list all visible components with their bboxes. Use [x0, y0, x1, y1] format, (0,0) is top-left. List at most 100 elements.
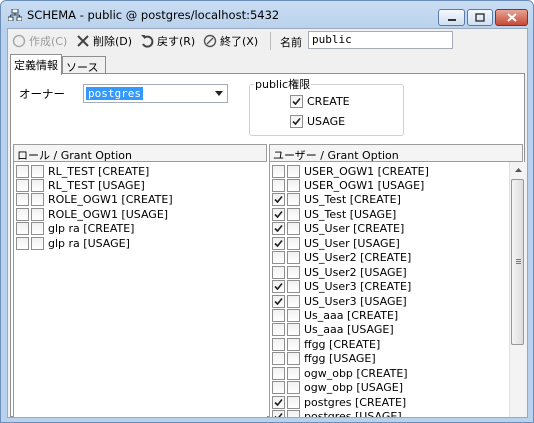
privilege-checkbox[interactable]: [272, 352, 285, 366]
toolbar: 作成(C) 削除(D) 戻す(R) 終了(X) 名前 public: [8, 29, 527, 53]
grant-option-checkbox[interactable]: [287, 178, 300, 192]
privilege-checkbox[interactable]: [272, 251, 285, 265]
list-item-label: US_User3 [CREATE]: [304, 280, 412, 294]
user-list-item[interactable]: US_User [USAGE]: [272, 236, 400, 250]
title-bar[interactable]: SCHEMA - public @ postgres/localhost:543…: [1, 1, 533, 27]
user-list-item[interactable]: USER_OGW1 [CREATE]: [272, 164, 429, 178]
grant-option-checkbox[interactable]: [287, 337, 300, 351]
privilege-checkbox[interactable]: [272, 178, 285, 192]
list-item-label: postgres [USAGE]: [304, 410, 402, 417]
grant-option-checkbox[interactable]: [287, 309, 300, 322]
privilege-checkbox[interactable]: [272, 410, 285, 417]
user-list-item[interactable]: Us_aaa [USAGE]: [272, 323, 394, 337]
create-button[interactable]: 作成(C): [12, 32, 67, 50]
privilege-checkbox[interactable]: [16, 207, 29, 221]
privilege-checkbox[interactable]: [16, 193, 29, 207]
grant-option-checkbox[interactable]: [287, 410, 300, 417]
role-list-item[interactable]: glp ra [CREATE]: [16, 222, 134, 236]
privilege-checkbox[interactable]: [272, 323, 285, 337]
user-list-item[interactable]: US_User3 [CREATE]: [272, 280, 411, 294]
tab-source[interactable]: ソース: [62, 56, 106, 74]
roles-list-header[interactable]: ロール / Grant Option: [13, 144, 267, 162]
delete-button[interactable]: 削除(D): [76, 32, 132, 50]
grant-option-checkbox[interactable]: [287, 164, 300, 178]
grant-option-checkbox[interactable]: [31, 164, 44, 178]
public-create-checkbox[interactable]: [290, 95, 303, 108]
user-list-item[interactable]: US_User3 [USAGE]: [272, 294, 407, 308]
revert-button[interactable]: 戻す(R): [140, 32, 195, 50]
users-list-header[interactable]: ユーザー / Grant Option: [269, 144, 523, 162]
user-list-item[interactable]: ogw_obp [CREATE]: [272, 366, 408, 380]
user-list-item[interactable]: US_Test [USAGE]: [272, 207, 396, 221]
user-list-item[interactable]: US_User [CREATE]: [272, 222, 404, 236]
role-list-item[interactable]: RL_TEST [CREATE]: [16, 164, 149, 178]
list-item-label: Us_aaa [USAGE]: [304, 323, 394, 337]
user-list-item[interactable]: Us_aaa [CREATE]: [272, 309, 398, 323]
public-usage-option[interactable]: USAGE: [290, 115, 345, 128]
maximize-button[interactable]: [467, 9, 493, 26]
role-list-item[interactable]: RL_TEST [USAGE]: [16, 178, 145, 192]
user-list-item[interactable]: postgres [CREATE]: [272, 395, 406, 409]
user-list-item[interactable]: USER_OGW1 [USAGE]: [272, 178, 424, 192]
privilege-checkbox[interactable]: [272, 395, 285, 409]
user-list-item[interactable]: ffgg [USAGE]: [272, 352, 376, 366]
grant-option-checkbox[interactable]: [31, 222, 44, 236]
grant-option-checkbox[interactable]: [31, 178, 44, 192]
close-button[interactable]: [495, 9, 528, 26]
grant-option-checkbox[interactable]: [287, 280, 300, 294]
privilege-checkbox[interactable]: [272, 280, 285, 294]
privilege-checkbox[interactable]: [16, 178, 29, 192]
privilege-checkbox[interactable]: [16, 236, 29, 250]
privilege-checkbox[interactable]: [16, 164, 29, 178]
privilege-checkbox[interactable]: [272, 236, 285, 250]
user-list-item[interactable]: postgres [USAGE]: [272, 410, 402, 417]
schema-name-field[interactable]: public: [308, 31, 453, 49]
users-scrollbar[interactable]: [509, 162, 525, 417]
privilege-checkbox[interactable]: [272, 381, 285, 395]
grant-option-checkbox[interactable]: [287, 236, 300, 250]
checkmark-icon: [274, 413, 283, 417]
checkmark-icon: [292, 97, 301, 106]
user-list-item[interactable]: US_User2 [CREATE]: [272, 251, 411, 265]
grant-option-checkbox[interactable]: [287, 207, 300, 221]
grant-option-checkbox[interactable]: [31, 207, 44, 221]
public-usage-checkbox[interactable]: [290, 115, 303, 128]
scroll-up-arrow[interactable]: [510, 162, 526, 178]
privilege-checkbox[interactable]: [272, 366, 285, 380]
grant-option-checkbox[interactable]: [287, 352, 300, 366]
exit-icon: [203, 34, 217, 48]
privilege-checkbox[interactable]: [272, 309, 285, 322]
privilege-checkbox[interactable]: [16, 222, 29, 236]
grant-option-checkbox[interactable]: [287, 323, 300, 337]
privilege-checkbox[interactable]: [272, 193, 285, 207]
minimize-button[interactable]: [438, 9, 465, 26]
grant-option-checkbox[interactable]: [287, 222, 300, 236]
grant-option-checkbox[interactable]: [287, 366, 300, 380]
grant-option-checkbox[interactable]: [287, 395, 300, 409]
grant-option-checkbox[interactable]: [287, 251, 300, 265]
user-list-item[interactable]: US_User2 [USAGE]: [272, 265, 407, 279]
owner-dropdown[interactable]: postgres: [83, 84, 228, 103]
privilege-checkbox[interactable]: [272, 337, 285, 351]
privilege-checkbox[interactable]: [272, 222, 285, 236]
privilege-checkbox[interactable]: [272, 164, 285, 178]
tab-definition[interactable]: 定義情報: [10, 54, 62, 75]
user-list-item[interactable]: US_Test [CREATE]: [272, 193, 401, 207]
public-create-option[interactable]: CREATE: [290, 95, 350, 108]
role-list-item[interactable]: ROLE_OGW1 [USAGE]: [16, 207, 168, 221]
privilege-checkbox[interactable]: [272, 207, 285, 221]
exit-button[interactable]: 終了(X): [203, 32, 258, 50]
grant-option-checkbox[interactable]: [31, 193, 44, 207]
grant-option-checkbox[interactable]: [287, 193, 300, 207]
grant-option-checkbox[interactable]: [287, 294, 300, 308]
grant-option-checkbox[interactable]: [31, 236, 44, 250]
grant-option-checkbox[interactable]: [287, 381, 300, 395]
privilege-checkbox[interactable]: [272, 294, 285, 308]
user-list-item[interactable]: ffgg [CREATE]: [272, 337, 380, 351]
grant-option-checkbox[interactable]: [287, 265, 300, 279]
role-list-item[interactable]: ROLE_OGW1 [CREATE]: [16, 193, 173, 207]
user-list-item[interactable]: ogw_obp [USAGE]: [272, 381, 403, 395]
scroll-thumb[interactable]: [511, 179, 524, 345]
privilege-checkbox[interactable]: [272, 265, 285, 279]
role-list-item[interactable]: glp ra [USAGE]: [16, 236, 130, 250]
